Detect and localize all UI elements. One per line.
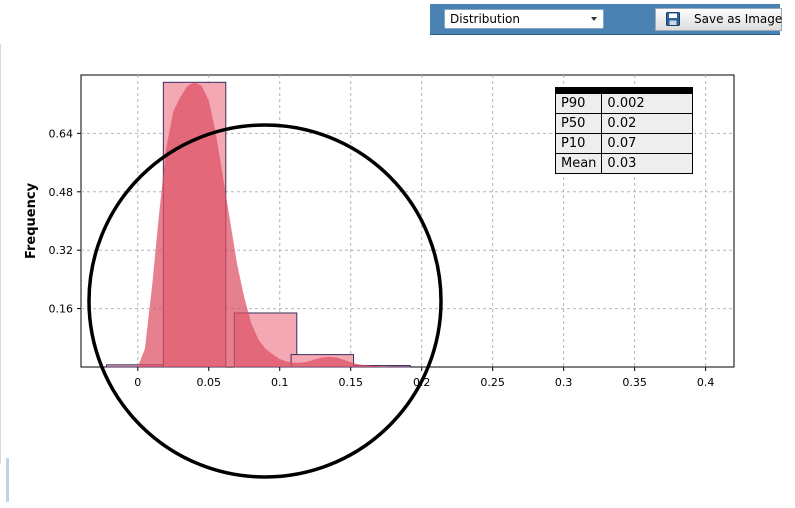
y-axis-label: Frequency xyxy=(24,182,39,259)
y-tick-label: 0.32 xyxy=(49,244,74,257)
x-tick-label: 0.25 xyxy=(480,376,505,389)
stats-row: P50 0.02 xyxy=(554,113,694,134)
x-tick-label: 0.3 xyxy=(555,376,573,389)
x-tick-label: 0.35 xyxy=(622,376,647,389)
y-axis-ticks: 0.16 0.32 0.48 0.64 xyxy=(49,127,81,316)
y-tick-label: 0.48 xyxy=(49,186,74,199)
stats-value: 0.07 xyxy=(601,133,694,154)
distribution-chart: 0 0.05 0.1 0.15 0.2 0.25 0.3 0.35 0.4 0.160.320.… xyxy=(24,74,735,479)
x-tick-label: 0.4 xyxy=(697,376,715,389)
stats-label: Mean xyxy=(554,153,603,174)
stats-row: P10 0.07 xyxy=(554,133,694,154)
stats-label: P10 xyxy=(554,133,603,154)
stats-table: P90 0.002 P50 0.02 P10 0.07 Mean 0.03 xyxy=(554,87,694,174)
stats-value: 0.02 xyxy=(601,113,694,134)
x-tick-label: 0.05 xyxy=(197,376,222,389)
stats-value: 0.03 xyxy=(601,153,694,174)
y-tick-label: 0.64 xyxy=(49,127,74,140)
stats-label: P50 xyxy=(554,113,603,134)
stats-row: P90 0.002 xyxy=(554,93,694,114)
stats-row: Mean 0.03 xyxy=(554,153,694,174)
x-tick-label: 0 xyxy=(134,376,141,389)
y-tick-label: 0.16 xyxy=(49,303,74,316)
x-tick-label: 0.1 xyxy=(271,376,289,389)
x-tick-label: 0.15 xyxy=(338,376,363,389)
stats-label: P90 xyxy=(554,93,603,114)
stats-value: 0.002 xyxy=(601,93,694,114)
